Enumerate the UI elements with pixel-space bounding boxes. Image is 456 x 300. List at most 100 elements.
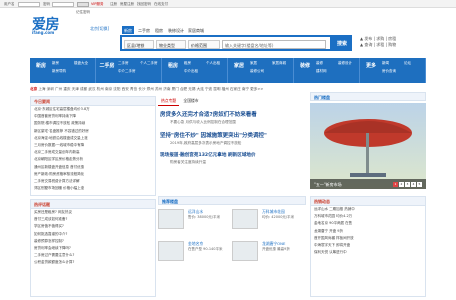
nav-link[interactable]: 二手房 <box>118 61 129 66</box>
price-range-select[interactable]: 价格范围 <box>188 40 220 49</box>
nav-link[interactable]: 中介出租 <box>184 69 198 74</box>
nav-link[interactable]: 装修公司 <box>250 69 264 74</box>
online-pay-link[interactable]: 在线支付 <box>154 2 168 7</box>
umbrella-illustration <box>324 119 412 177</box>
hot-topic-item[interactable]: 装修预算怎样控制? <box>31 238 155 245</box>
city-list-links[interactable]: 上海 深圳 广州 重庆 天津 成都 武汉 杭州 南京 沈阳 西安 青岛 长沙 郑… <box>38 87 263 91</box>
nav-link[interactable]: 个人二手房 <box>140 61 158 66</box>
hot-topic-item[interactable]: 买房还是租房? 网友热议 <box>31 209 155 216</box>
pager-dot-5[interactable]: 5 <box>417 182 422 187</box>
nav-link[interactable]: 房价查询 <box>382 69 396 74</box>
news-list-item[interactable]: 北京二手房成交量创年内新高 <box>31 149 155 156</box>
news-list-item[interactable]: 北京·东城区住宅高层楼盘均价3.8万 <box>31 106 155 113</box>
nav-block-title[interactable]: 家居 <box>230 63 248 69</box>
search-input[interactable]: 输入关键字(楼盘名/地址等) <box>222 40 326 49</box>
headline-2[interactable]: 坚持"房住不炒" 因城施策更突出"分类调控" <box>160 131 306 139</box>
news-list-item[interactable]: 北京海淀:地铁沿线楼盘成交量上涨 <box>31 135 155 142</box>
search-tab-new[interactable]: 新房 <box>122 26 134 34</box>
logo-domain: ifang.com <box>32 30 55 35</box>
hot-topic-item[interactable]: 房贷利率会继续下降吗? <box>31 245 155 252</box>
sales-panel: 热销动态 远洋山水 二期加推 热销中 万科城市花园 均价4.2万 金地名京 90平两… <box>310 196 426 297</box>
hot-topics-title: 热评话题 <box>31 200 155 209</box>
password-input[interactable] <box>52 1 74 7</box>
hot-topic-item[interactable]: 如何挑选靠谱的中介? <box>31 231 155 238</box>
nav-link[interactable]: 新房 <box>52 61 59 66</box>
sales-list-item[interactable]: 中海寰宇天下 即将开盘 <box>311 242 425 249</box>
search-tab-mall[interactable]: 家居商城 <box>186 26 206 34</box>
nav-block-title[interactable]: 租房 <box>164 63 182 69</box>
news-list-item[interactable]: 二手房交易税费计算方法详解 <box>31 178 155 185</box>
featured-photo[interactable]: "五一"新房市场 12345 <box>310 103 426 189</box>
username-input[interactable] <box>18 1 40 7</box>
promo-desc: 在售户型 90-140平米 <box>188 247 223 251</box>
promo-desc: 售价: 38000元/平米 <box>188 215 221 219</box>
pager-dot-1[interactable]: 1 <box>393 182 398 187</box>
sales-list-item[interactable]: 保利天悦 认筹进行中 <box>311 249 425 256</box>
search-tab-rent[interactable]: 租房 <box>153 26 165 34</box>
find-password-link[interactable]: 找回密码 <box>137 2 151 7</box>
site-logo[interactable]: 爱房 ifang.com <box>30 10 90 36</box>
pager-dot-2[interactable]: 2 <box>399 182 404 187</box>
tab-national[interactable]: 全国楼市 <box>180 97 201 105</box>
nav-link[interactable]: 租房 <box>184 61 191 66</box>
center-tabs: 热点专题 全国楼市 <box>158 97 202 106</box>
news-list-item[interactable]: 通州区新楼盘开盘信息 首付优惠 <box>31 164 155 171</box>
news-panel: 今日要闻 北京·东城区住宅高层楼盘均价3.8万 中国首套房贷利率持续下降 国务院:楼… <box>30 96 156 196</box>
city-switch[interactable]: 北京[切换] <box>90 26 109 32</box>
nav-link[interactable]: 装修 <box>316 61 323 66</box>
nav-link[interactable]: 新房导购 <box>52 69 66 74</box>
nav-block: 二手房 二手房 个人二手房 中介二手房 <box>96 58 162 83</box>
nav-block: 家居 家居 家居商城装修公司 <box>228 58 294 83</box>
nav-link[interactable]: 个人出租 <box>206 61 220 66</box>
nav-link[interactable]: 论坛 <box>404 61 411 66</box>
top-bar: 用户名 密码 VIP服务 注册 房屋注册 找回密码 在线支付 <box>0 0 456 8</box>
sales-list-item[interactable]: 万科城市花园 均价4.2万 <box>311 213 425 220</box>
nav-block-title[interactable]: 二手房 <box>98 63 116 69</box>
nav-block-title[interactable]: 装修 <box>296 63 314 69</box>
news-list-item[interactable]: 中国首套房贷利率持续下降 <box>31 113 155 120</box>
nav-link[interactable]: 装修设计 <box>338 61 352 66</box>
register-link[interactable]: 注册 <box>110 2 117 7</box>
login-button[interactable] <box>77 1 89 7</box>
nav-link[interactable]: 家居商城 <box>272 61 286 66</box>
tab-hot-topics[interactable]: 热点专题 <box>158 97 180 106</box>
news-list-item[interactable]: 新区豪宅·名盘推荐 不容错过的好房 <box>31 128 155 135</box>
hot-topic-item[interactable]: 公积金贷款额度怎么计算? <box>31 259 155 266</box>
district-select[interactable]: 区县/地铁 <box>124 40 154 49</box>
vip-link[interactable]: VIP服务 <box>91 2 104 7</box>
nav-link[interactable]: 中介二手房 <box>118 69 136 74</box>
nav-link[interactable]: 家居 <box>250 61 257 66</box>
nav-link[interactable]: 建材网 <box>316 69 327 74</box>
news-list-item[interactable]: 郊区别墅市场回暖 价格小幅上涨 <box>31 185 155 192</box>
news-list-item[interactable]: 北京朝阳区学区房价格走势分析 <box>31 156 155 163</box>
current-city[interactable]: 北京 <box>30 87 37 91</box>
hot-topic-item[interactable]: 学区房值不值得买? <box>31 223 155 230</box>
house-register-link[interactable]: 房屋注册 <box>120 2 134 7</box>
headline-3[interactable]: 现场报道·融创宫苑132亿元拿地 刷新区域地价 <box>160 152 306 158</box>
sales-list-item[interactable]: 首开国风尚樾 样板间开放 <box>311 235 425 242</box>
search-tab-design[interactable]: 装修设计 <box>166 26 186 34</box>
news-list-item[interactable]: 房产新政:购房资格审核流程简化 <box>31 171 155 178</box>
nav-link[interactable]: 新闻 <box>382 61 389 66</box>
hot-topic-item[interactable]: 二手房过户需要注意什么? <box>31 252 155 259</box>
pager-dot-4[interactable]: 4 <box>411 182 416 187</box>
sales-list-item[interactable]: 龙湖唐宁 开盘 9折 <box>311 228 425 235</box>
sales-list-item[interactable]: 远洋山水 二期加推 热销中 <box>311 206 425 213</box>
nav-block-title[interactable]: 更多 <box>362 63 380 69</box>
quick-links-row-2[interactable]: ▲ 查询 | 求租 | 购物 <box>360 42 396 48</box>
news-list-item[interactable]: 三月房价数据:一线城市稳中有降 <box>31 142 155 149</box>
nav-block-title[interactable]: 新房 <box>32 63 50 69</box>
headline-block: 房贷多久还完才合适?房奴们不妨来看看 不要心急 月供与收入比例控制在合理范围 坚… <box>160 110 306 165</box>
headline-1[interactable]: 房贷多久还完才合适?房奴们不妨来看看 <box>160 110 306 118</box>
pager-dot-3[interactable]: 3 <box>405 182 410 187</box>
hot-topic-item[interactable]: 首付三成该如何准备? <box>31 216 155 223</box>
search-button[interactable]: 搜索 <box>332 35 352 51</box>
property-type-select[interactable]: 物业类型 <box>156 40 186 49</box>
sales-list-item[interactable]: 金地名京 90平两居 在售 <box>311 220 425 227</box>
search-tab-second[interactable]: 二手房 <box>136 26 152 34</box>
city-switch-label: [切换] <box>98 26 110 31</box>
news-list-item[interactable]: 国务院:楼市调控不放松 政策持续 <box>31 120 155 127</box>
search-box: 区县/地铁 物业类型 价格范围 输入关键字(楼盘名/地址等) <box>120 35 332 51</box>
nav-block: 租房 租房 个人出租中介出租 <box>162 58 228 83</box>
nav-link[interactable]: 楼盘大全 <box>74 61 88 66</box>
